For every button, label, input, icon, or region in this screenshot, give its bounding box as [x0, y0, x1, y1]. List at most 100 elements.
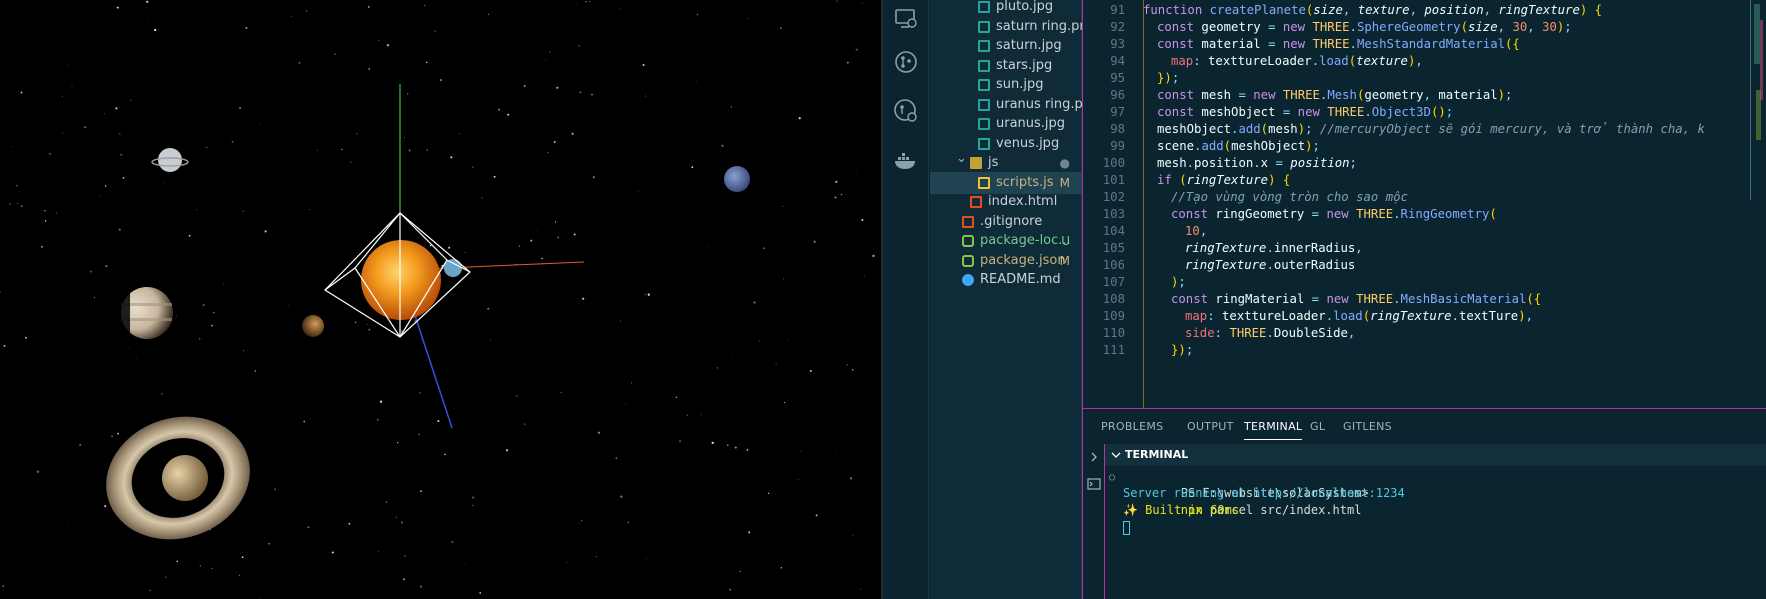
star [763, 247, 765, 249]
panel-tab-output[interactable]: OUTPUT [1187, 420, 1234, 440]
star [218, 288, 219, 290]
terminal-tab-icon[interactable] [1086, 476, 1102, 492]
star [62, 132, 64, 134]
star [579, 91, 582, 94]
star [331, 551, 334, 554]
star [431, 335, 433, 337]
star [780, 567, 782, 569]
star [545, 59, 547, 60]
panel-tab-terminal[interactable]: TERMINAL [1244, 420, 1303, 440]
star [259, 597, 260, 599]
star [122, 177, 125, 179]
star [835, 180, 838, 183]
image-file-icon [978, 137, 990, 150]
star [117, 432, 119, 435]
star [243, 350, 244, 352]
source-control-icon[interactable] [893, 49, 919, 75]
star [425, 61, 428, 64]
star [0, 291, 1, 293]
command-status-dot-icon: ○ [1109, 472, 1116, 483]
star [188, 234, 191, 237]
star [36, 470, 40, 473]
docker-icon[interactable] [893, 148, 919, 174]
star [846, 364, 848, 366]
sun [361, 240, 441, 320]
star [716, 367, 719, 369]
minimap[interactable] [1744, 0, 1766, 200]
chevron-down-icon[interactable] [1111, 450, 1121, 460]
star [119, 133, 121, 135]
gitlens-icon[interactable] [893, 98, 919, 124]
star [136, 357, 138, 359]
star [631, 382, 633, 384]
code-text: }); [1171, 343, 1194, 357]
remote-explorer-icon[interactable] [893, 6, 919, 32]
star [547, 151, 549, 154]
star [3, 344, 6, 347]
panel-tab-gl[interactable]: GL [1310, 420, 1325, 440]
terminal-section-header[interactable]: TERMINAL [1105, 444, 1766, 466]
js-file-icon [978, 176, 990, 189]
star [451, 540, 454, 544]
star [245, 26, 248, 29]
star [206, 146, 208, 149]
star [234, 572, 236, 574]
star [620, 495, 623, 498]
line-number: 111 [1102, 343, 1125, 357]
star [41, 245, 43, 248]
star [316, 149, 318, 151]
star [2, 585, 5, 587]
vscode-window: pluto.jpgsaturn ring.pngsaturn.jpgstars.… [883, 0, 1766, 599]
star [105, 264, 108, 268]
star [303, 420, 306, 423]
star [349, 161, 352, 164]
star [578, 523, 580, 524]
bottom-panel: PROBLEMS OUTPUT TERMINAL GL GITLENS TERMINAL… [1083, 408, 1766, 599]
star [647, 293, 650, 296]
star [798, 117, 801, 120]
star [748, 531, 751, 534]
star [783, 277, 785, 280]
star [464, 252, 466, 253]
star [385, 501, 388, 503]
star [840, 193, 843, 196]
star [176, 560, 179, 563]
star [646, 557, 647, 559]
star [489, 339, 491, 341]
star [836, 0, 838, 2]
star [419, 392, 421, 394]
star [696, 13, 699, 16]
image-file-icon [978, 59, 990, 72]
star [368, 328, 371, 331]
code-editor[interactable]: 91 function createPlanete(size, texture, … [1083, 0, 1766, 408]
star [268, 542, 270, 545]
star [84, 126, 87, 129]
chevron-down-icon[interactable]: ⌄ [956, 152, 967, 170]
star [377, 551, 379, 552]
threejs-canvas[interactable] [0, 0, 881, 599]
star [212, 311, 215, 314]
star [809, 369, 812, 372]
chevron-right-icon[interactable] [1089, 452, 1099, 462]
panel-tab-problems[interactable]: PROBLEMS [1101, 420, 1163, 440]
star [727, 444, 729, 446]
json-file-icon [962, 235, 974, 247]
terminal-output[interactable]: ○ PS E:\website\solarSystem> npx parcel … [1105, 468, 1766, 598]
panel-tab-gitlens[interactable]: GITLENS [1343, 420, 1392, 440]
image-file-icon [978, 20, 990, 33]
file-explorer: pluto.jpgsaturn ring.pngsaturn.jpgstars.… [930, 0, 1082, 599]
star [549, 51, 551, 53]
star [79, 443, 82, 446]
star [403, 137, 405, 139]
star [66, 65, 68, 67]
star [306, 10, 308, 12]
star [404, 555, 406, 557]
image-file-icon [978, 1, 990, 13]
star [264, 230, 267, 233]
explorer-item[interactable]: README.md [930, 269, 1082, 291]
star [367, 6, 370, 8]
star [118, 228, 121, 231]
star [862, 2, 863, 4]
uranus [724, 166, 750, 192]
star [448, 246, 451, 249]
